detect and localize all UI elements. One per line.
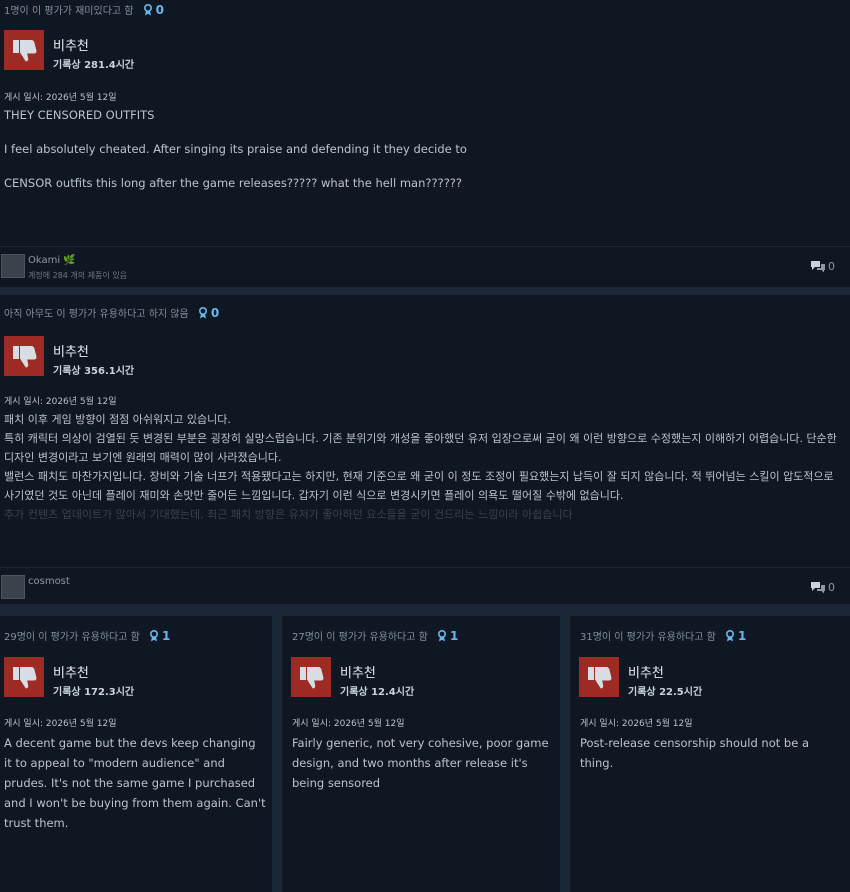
review-verdict: 비추천 (53, 345, 89, 360)
review-line: CENSOR outfits this long after the game … (4, 176, 463, 190)
review-line: 특히 캐릭터 의상이 검열된 듯 변경된 부분은 굉장히 실망스럽습니다. 기존… (4, 432, 837, 464)
award-ribbon-icon (438, 629, 447, 642)
review-verdict: 비추천 (53, 666, 89, 681)
review-body: THEY CENSORED OUTFITS I feel absolutely … (4, 108, 824, 210)
playtime-hours: 기록상 281.4시간 (53, 60, 135, 71)
thumbs-down-icon[interactable] (4, 30, 44, 70)
comment-button[interactable]: 0 (810, 581, 835, 594)
thumbs-down-icon[interactable] (4, 336, 44, 376)
award-button[interactable]: 0 (198, 306, 219, 320)
thumbs-down-icon[interactable] (4, 657, 44, 697)
avatar[interactable] (1, 254, 25, 278)
award-ribbon-icon (198, 306, 207, 319)
helpful-count-label: 1명이 이 평가가 재미있다고 함 0 (4, 2, 164, 17)
helpful-text: 아직 아무도 이 평가가 유용하다고 하지 않음 (4, 309, 189, 320)
helpful-count-label: 29명이 이 평가가 유용하다고 함 1 (4, 628, 170, 643)
review-verdict: 비추천 (340, 666, 376, 681)
review-verdict: 비추천 (628, 666, 664, 681)
award-button[interactable]: 1 (149, 629, 170, 643)
award-button[interactable]: 1 (437, 629, 458, 643)
helpful-count-label: 31명이 이 평가가 유용하다고 함 1 (580, 628, 746, 643)
review-body: 패치 이후 게임 방향이 점점 아쉬워지고 있습니다. 특히 캐릭터 의상이 검… (4, 410, 840, 524)
comment-button[interactable]: 0 (810, 260, 835, 273)
review-footer (0, 567, 850, 604)
review-body: A decent game but the devs keep changing… (4, 736, 266, 830)
award-count: 1 (738, 629, 747, 643)
reviewer-products-count: 계정에 284 개의 제품이 있음 (28, 271, 128, 280)
posted-date: 게시 일시: 2026년 5월 12일 (292, 719, 405, 729)
review-line-faded: 추가 컨텐츠 업데이트가 많아서 기대했는데, 최근 패치 방향은 유저가 좋아… (4, 508, 573, 521)
award-ribbon-icon (150, 629, 159, 642)
thumbs-down-icon[interactable] (291, 657, 331, 697)
reviewer-name[interactable]: cosmost (28, 576, 70, 587)
award-button[interactable]: 1 (725, 629, 746, 643)
review-body: Post-release censorship should not be a … (580, 736, 809, 770)
playtime-hours: 기록상 12.4시간 (340, 687, 415, 698)
award-count: 1 (162, 629, 171, 643)
award-ribbon-icon (726, 629, 735, 642)
posted-date: 게시 일시: 2026년 5월 12일 (4, 719, 117, 729)
helpful-count-label: 27명이 이 평가가 유용하다고 함 1 (292, 628, 458, 643)
playtime-hours: 기록상 172.3시간 (53, 687, 135, 698)
award-count: 0 (210, 306, 220, 320)
playtime-hours: 기록상 22.5시간 (628, 687, 703, 698)
comment-count: 0 (828, 260, 835, 273)
comment-count: 0 (828, 581, 835, 594)
posted-date: 게시 일시: 2026년 5월 12일 (580, 719, 693, 729)
review-line: 패치 이후 게임 방향이 점점 아쉬워지고 있습니다. (4, 413, 231, 426)
review-line: 밸런스 패치도 마찬가지입니다. 장비와 기술 너프가 적용됐다고는 하지만, … (4, 470, 834, 502)
review-line: THEY CENSORED OUTFITS (4, 108, 155, 122)
helpful-text: 31명이 이 평가가 유용하다고 함 (580, 632, 716, 643)
comment-bubble-icon (811, 261, 825, 273)
award-ribbon-icon (143, 3, 152, 16)
award-count: 0 (155, 3, 165, 17)
helpful-text: 1명이 이 평가가 재미있다고 함 (4, 6, 134, 17)
playtime-hours: 기록상 356.1시간 (53, 366, 135, 377)
helpful-count-label: 아직 아무도 이 평가가 유용하다고 하지 않음 0 (4, 305, 219, 320)
posted-date: 게시 일시: 2026년 5월 12일 (4, 93, 117, 103)
award-button[interactable]: 0 (143, 3, 164, 17)
helpful-text: 27명이 이 평가가 유용하다고 함 (292, 632, 428, 643)
avatar[interactable] (1, 575, 25, 599)
review-body: Fairly generic, not very cohesive, poor … (292, 736, 549, 790)
comment-bubble-icon (811, 582, 825, 594)
thumbs-down-icon[interactable] (579, 657, 619, 697)
review-verdict: 비추천 (53, 39, 89, 54)
reviewer-name[interactable]: Okami 🌿 (28, 255, 76, 266)
review-footer (0, 246, 850, 287)
review-line: I feel absolutely cheated. After singing… (4, 142, 467, 156)
award-count: 1 (450, 629, 459, 643)
posted-date: 게시 일시: 2026년 5월 12일 (4, 397, 117, 407)
helpful-text: 29명이 이 평가가 유용하다고 함 (4, 632, 140, 643)
